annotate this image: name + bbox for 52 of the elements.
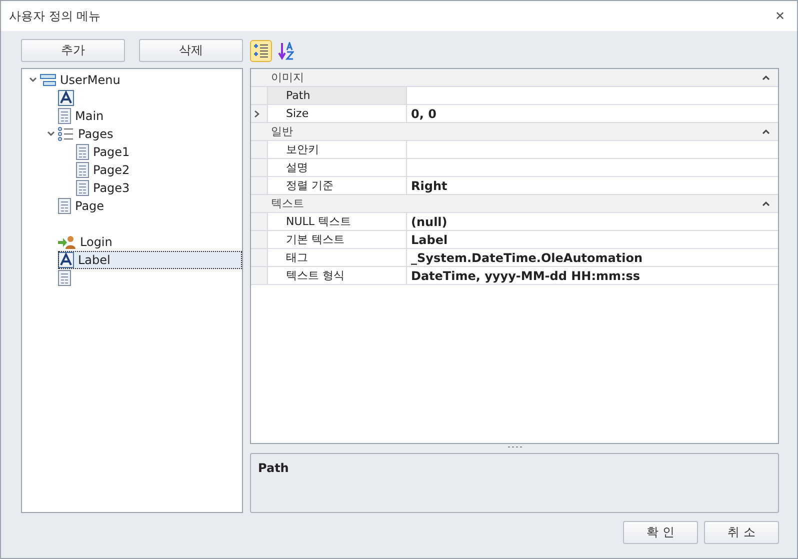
category-header: 일반 <box>270 124 293 139</box>
property-name[interactable]: 태그 <box>267 249 407 266</box>
user-arrow-icon <box>58 235 76 249</box>
collapse-chevron-icon[interactable] <box>762 129 770 134</box>
cancel-button[interactable]: 취 소 <box>704 521 779 544</box>
property-value[interactable]: Label <box>407 231 778 248</box>
category-header: 텍스트 <box>270 196 304 211</box>
tree-item[interactable]: Main <box>58 107 108 125</box>
page-icon <box>58 270 71 286</box>
property-name[interactable]: 설명 <box>267 159 407 176</box>
category-header: 이미지 <box>270 70 304 85</box>
letter-a-icon <box>58 90 74 106</box>
collapse-caret-icon[interactable] <box>47 131 55 137</box>
add-button[interactable]: 추가 <box>21 39 125 62</box>
categorized-button[interactable] <box>250 40 272 62</box>
property-name[interactable]: Path <box>267 87 407 104</box>
tree-item[interactable]: Login <box>58 233 116 251</box>
tree-item[interactable]: Pages <box>58 125 118 143</box>
tree-item[interactable]: Page <box>58 197 108 215</box>
tree-item[interactable]: Page1 <box>76 143 134 161</box>
sort-az-icon <box>278 42 294 60</box>
property-name[interactable]: 텍스트 형식 <box>267 267 407 284</box>
collapse-chevron-icon[interactable] <box>762 201 770 206</box>
window-title: 사용자 정의 메뉴 <box>9 8 101 24</box>
list-icon <box>58 127 74 141</box>
delete-button[interactable]: 삭제 <box>139 39 243 62</box>
page-icon <box>76 162 89 178</box>
property-name[interactable]: 기본 텍스트 <box>267 231 407 248</box>
collapse-caret-icon[interactable] <box>29 77 37 83</box>
page-icon <box>58 198 71 214</box>
tree-item[interactable]: Label <box>58 251 242 269</box>
tree-item[interactable]: Page3 <box>76 179 134 197</box>
property-value[interactable]: DateTime, yyyy-MM-dd HH:mm:ss <box>407 267 778 284</box>
description-title: Path <box>258 461 289 475</box>
ok-button[interactable]: 확 인 <box>623 521 698 544</box>
close-button[interactable]: ✕ <box>771 9 789 23</box>
property-value[interactable]: (null) <box>407 213 778 230</box>
page-icon <box>76 180 89 196</box>
property-name[interactable]: NULL 텍스트 <box>267 213 407 230</box>
property-value[interactable]: Right <box>407 177 778 194</box>
tree-item[interactable]: Page2 <box>76 161 134 179</box>
letter-a-icon <box>58 252 74 268</box>
property-name[interactable]: 정렬 기준 <box>267 177 407 194</box>
property-name[interactable]: 보안키 <box>267 141 407 158</box>
property-value[interactable]: _System.DateTime.OleAutomation <box>407 249 778 266</box>
tree-item[interactable]: UserMenu <box>40 71 124 89</box>
menu-icon <box>40 74 56 86</box>
categorized-icon <box>253 43 269 59</box>
page-icon <box>58 108 71 124</box>
page-icon <box>76 144 89 160</box>
collapse-chevron-icon[interactable] <box>762 75 770 80</box>
property-value[interactable]: 0, 0 <box>407 105 778 122</box>
